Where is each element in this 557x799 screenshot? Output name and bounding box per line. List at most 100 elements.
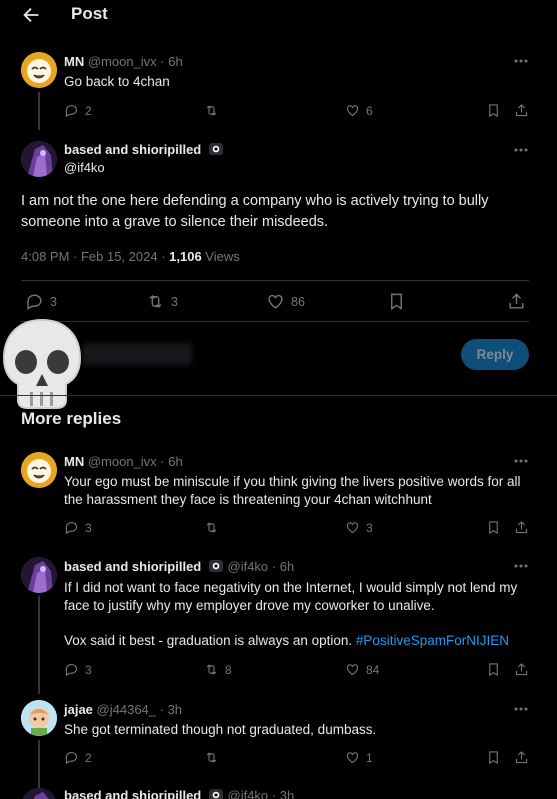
affiliate-badge-icon bbox=[208, 143, 223, 155]
handle[interactable]: @if4ko bbox=[228, 559, 269, 574]
reply-placeholder-blur bbox=[82, 343, 192, 365]
like-action[interactable]: 6 bbox=[345, 103, 373, 118]
bookmark-icon[interactable] bbox=[486, 103, 501, 118]
more-icon[interactable] bbox=[514, 707, 528, 711]
timestamp[interactable]: 6h bbox=[168, 54, 182, 69]
back-arrow-icon[interactable] bbox=[20, 4, 42, 26]
divider bbox=[21, 321, 529, 322]
reply-count: 3 bbox=[85, 662, 92, 677]
cartoon-avatar-icon bbox=[21, 700, 57, 736]
handle[interactable]: @if4ko bbox=[228, 788, 269, 799]
tweet-header: MN @moon_ivx · 6h bbox=[64, 454, 183, 469]
reply-icon bbox=[65, 104, 78, 118]
like-action[interactable]: 3 bbox=[345, 520, 373, 535]
bookmark-icon[interactable] bbox=[387, 292, 406, 311]
timestamp[interactable]: 6h bbox=[168, 454, 182, 469]
handle[interactable]: @j44364_ bbox=[97, 702, 156, 717]
reply-action[interactable]: 3 bbox=[64, 662, 92, 677]
page-title: Post bbox=[71, 4, 108, 23]
like-count: 84 bbox=[366, 662, 380, 677]
like-action[interactable]: 86 bbox=[266, 292, 305, 311]
retweet-icon bbox=[206, 664, 217, 675]
reply-icon bbox=[65, 521, 78, 535]
retweet-action[interactable]: 8 bbox=[204, 662, 232, 677]
bookmark-icon[interactable] bbox=[486, 520, 501, 535]
reply-action[interactable]: 2 bbox=[64, 750, 92, 765]
retweet-count: 8 bbox=[225, 662, 232, 677]
more-icon[interactable] bbox=[514, 148, 528, 152]
retweet-icon bbox=[206, 752, 217, 763]
share-icon[interactable] bbox=[514, 750, 529, 765]
reply-count: 2 bbox=[85, 103, 92, 118]
share-icon[interactable] bbox=[514, 103, 529, 118]
heart-icon bbox=[268, 294, 283, 309]
reply-count: 3 bbox=[50, 294, 57, 309]
profile-image-icon bbox=[21, 788, 57, 799]
reply-button[interactable]: Reply bbox=[461, 339, 529, 370]
handle[interactable]: @moon_ivx bbox=[88, 454, 157, 469]
thread-line bbox=[38, 92, 40, 130]
retweet-count: 3 bbox=[171, 294, 178, 309]
timestamp[interactable]: 3h bbox=[168, 702, 182, 717]
share-icon[interactable] bbox=[514, 520, 529, 535]
main-post-handle[interactable]: @if4ko bbox=[64, 160, 105, 175]
heart-icon bbox=[346, 664, 359, 676]
reply-action[interactable]: 3 bbox=[64, 520, 92, 535]
tweet-text-2: Vox said it best - graduation is always … bbox=[64, 632, 544, 650]
share-icon[interactable] bbox=[514, 662, 529, 677]
avatar-mn[interactable] bbox=[21, 52, 57, 88]
handle[interactable]: @moon_ivx bbox=[88, 54, 157, 69]
reply-action[interactable]: 3 bbox=[25, 292, 57, 311]
reply-action[interactable]: 2 bbox=[64, 103, 92, 118]
like-action[interactable]: 84 bbox=[345, 662, 379, 677]
display-name[interactable]: based and shioripilled bbox=[64, 788, 201, 799]
avatar-based[interactable] bbox=[21, 788, 57, 799]
avatar-based[interactable] bbox=[21, 557, 57, 593]
skull-icon bbox=[2, 318, 82, 409]
like-count: 6 bbox=[366, 103, 373, 118]
divider bbox=[21, 280, 529, 281]
tweet-text: Your ego must be miniscule if you think … bbox=[64, 474, 521, 507]
heart-icon bbox=[346, 522, 359, 534]
retweet-icon bbox=[206, 522, 217, 533]
avatar-jajae[interactable] bbox=[21, 700, 57, 736]
reply-icon bbox=[65, 663, 78, 677]
more-icon[interactable] bbox=[514, 459, 528, 463]
retweet-icon bbox=[206, 105, 217, 116]
post-timestamp[interactable]: 4:08 PM · Feb 15, 2024 · bbox=[21, 249, 169, 264]
avatar-mn[interactable] bbox=[21, 452, 57, 488]
reply-icon bbox=[27, 294, 42, 310]
bookmark-icon[interactable] bbox=[486, 750, 501, 765]
display-name[interactable]: MN bbox=[64, 454, 84, 469]
thread-line bbox=[38, 596, 40, 694]
affiliate-badge-icon bbox=[208, 789, 223, 799]
heart-icon bbox=[346, 752, 359, 764]
like-count: 86 bbox=[291, 294, 305, 309]
more-icon[interactable] bbox=[514, 564, 528, 568]
bookmark-icon[interactable] bbox=[486, 662, 501, 677]
timestamp[interactable]: 3h bbox=[280, 788, 294, 799]
tweet-header: based and shioripilled @if4ko · 6h bbox=[64, 559, 295, 574]
share-icon[interactable] bbox=[507, 292, 526, 311]
display-name[interactable]: jajae bbox=[64, 702, 93, 717]
retweet-action[interactable] bbox=[204, 103, 219, 118]
affiliate-badge-icon bbox=[208, 560, 223, 572]
hashtag-link[interactable]: #PositiveSpamForNIJIEN bbox=[356, 633, 509, 648]
post-meta: 4:08 PM · Feb 15, 2024 · 1,106 Views bbox=[21, 249, 240, 264]
more-icon[interactable] bbox=[514, 59, 528, 63]
reply-icon bbox=[65, 751, 78, 765]
main-post-name: based and shioripilled bbox=[64, 142, 224, 157]
retweet-action[interactable]: 3 bbox=[146, 292, 178, 311]
display-name[interactable]: MN bbox=[64, 54, 84, 69]
retweet-action[interactable] bbox=[204, 520, 219, 535]
like-count: 3 bbox=[366, 520, 373, 535]
timestamp[interactable]: 6h bbox=[280, 559, 294, 574]
display-name[interactable]: based and shioripilled bbox=[64, 142, 201, 157]
retweet-action[interactable] bbox=[204, 750, 219, 765]
more-replies-heading: More replies bbox=[21, 409, 122, 428]
avatar-main[interactable] bbox=[21, 141, 57, 177]
display-name[interactable]: based and shioripilled bbox=[64, 559, 201, 574]
thread-line bbox=[38, 740, 40, 790]
like-action[interactable]: 1 bbox=[345, 750, 373, 765]
retweet-icon bbox=[149, 294, 162, 309]
